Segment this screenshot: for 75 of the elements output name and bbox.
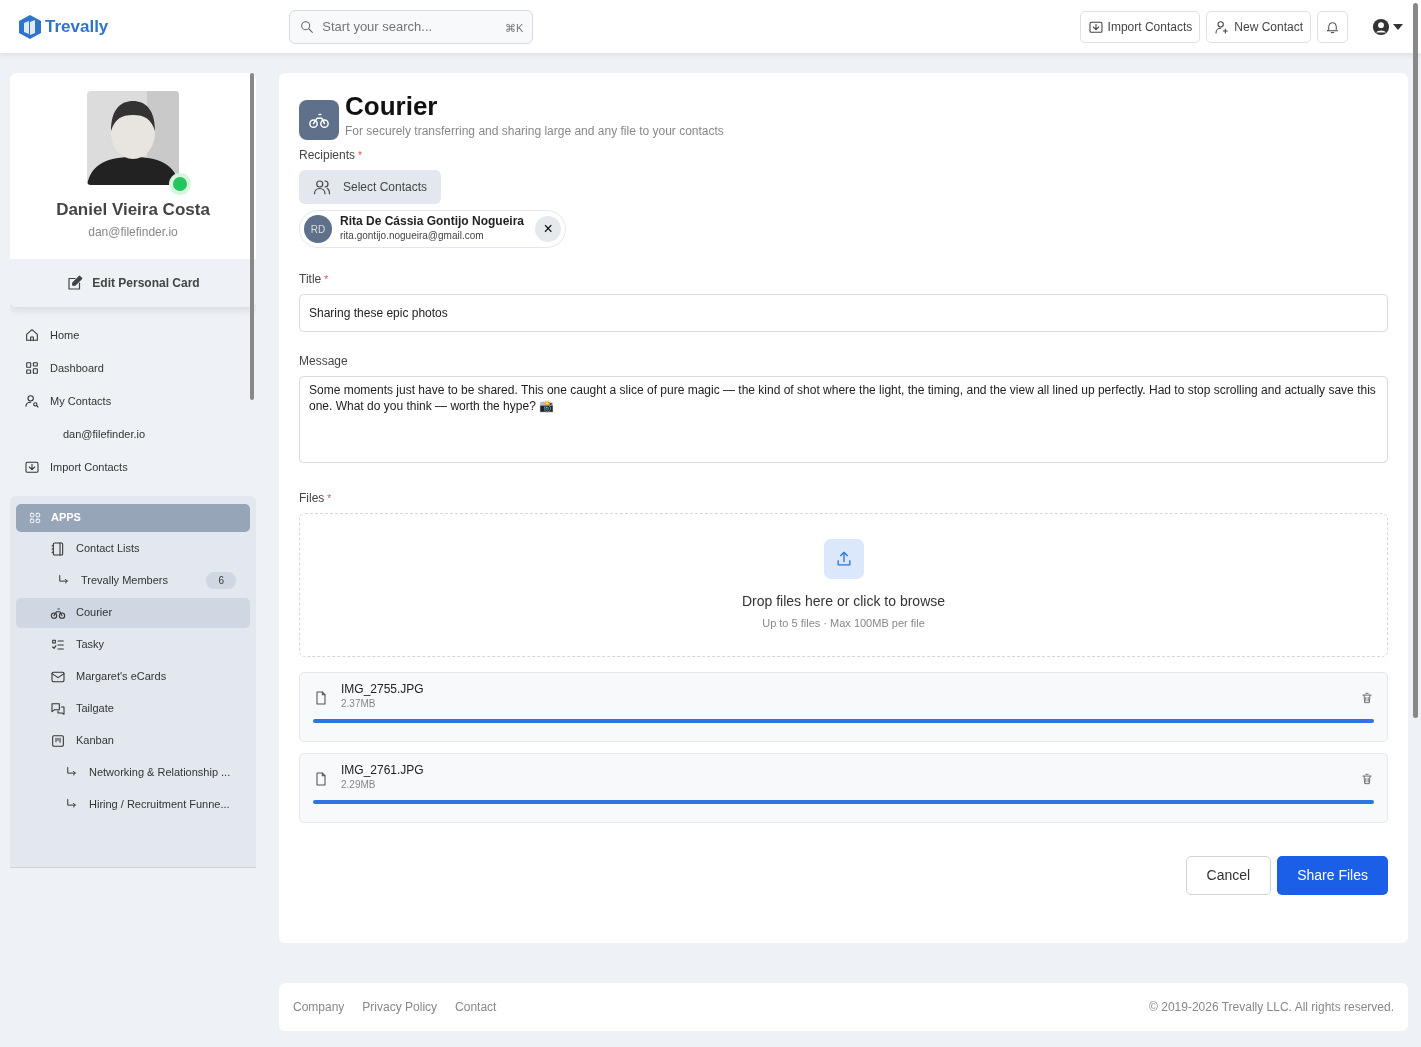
shortcut-hint: ⌘K xyxy=(505,20,524,36)
message-input[interactable]: Some moments just have to be shared. This one caught a slice of pure magic — the kind of shot where the light, the timing, and the view all lined up perfectly. Had to stop scrolling and actually save this one. What do you think — worth the hype? 📸 xyxy=(299,376,1388,464)
app-sub-item[interactable]: Networking & Relationship ... xyxy=(16,757,250,788)
cancel-button[interactable]: Cancel xyxy=(1185,856,1272,896)
trash-icon xyxy=(1360,772,1374,787)
file-name: IMG_2755.JPG xyxy=(341,683,424,697)
sub-item-label: Networking & Relationship ... xyxy=(89,765,231,781)
user-search-icon xyxy=(24,393,40,409)
page-title: Courier xyxy=(345,93,439,119)
user-icon xyxy=(1372,17,1390,36)
drop-hint: Up to 5 files · Max 100MB per file xyxy=(762,615,925,631)
kanban-icon xyxy=(50,732,66,749)
edit-icon xyxy=(66,273,85,292)
apps-title: APPS xyxy=(51,510,81,526)
caret-icon xyxy=(1393,23,1403,30)
nav-item[interactable]: My Contacts xyxy=(10,384,256,418)
grid-icon xyxy=(24,360,40,376)
page-subtitle: For securely transferring and sharing large and any file to your contacts xyxy=(345,123,724,140)
nav-sub-item[interactable]: dan@filefinder.io xyxy=(10,417,256,451)
footer-link[interactable]: Company xyxy=(293,998,345,1016)
field-label: Title * xyxy=(299,271,330,289)
app-item[interactable]: Contact Lists xyxy=(16,533,250,564)
toolbar-button[interactable]: New Contact xyxy=(1206,10,1311,43)
add-user-icon xyxy=(1214,18,1231,35)
remove-button[interactable]: × xyxy=(535,216,562,243)
scrollbar[interactable] xyxy=(250,73,254,400)
home-icon xyxy=(24,327,40,343)
file-name: IMG_2761.JPG xyxy=(341,764,424,778)
select-contacts-button[interactable]: Select Contacts xyxy=(299,170,442,204)
toolbar-button[interactable]: Import Contacts xyxy=(1079,10,1201,43)
file-icon xyxy=(313,771,329,788)
drop-title: Drop files here or click to browse xyxy=(741,591,946,611)
share-button[interactable]: Share Files xyxy=(1277,856,1388,896)
field-label: Files * xyxy=(299,490,333,508)
app-item[interactable]: Margaret's eCards xyxy=(16,661,250,692)
account-menu-button[interactable] xyxy=(1372,17,1403,36)
app-item[interactable]: Kanban xyxy=(16,725,250,756)
app-item[interactable]: Courier xyxy=(16,597,250,628)
field-label: Recipients * xyxy=(299,147,363,164)
app-item[interactable]: Tailgate xyxy=(16,693,250,724)
app-sub-item[interactable]: Hiring / Recruitment Funne... xyxy=(16,789,250,820)
copyright: © 2019-2026 Trevally LLC. All rights reserved. xyxy=(1149,999,1394,1016)
edit-card-button[interactable]: Edit Personal Card xyxy=(10,258,256,307)
nav-item[interactable]: Dashboard xyxy=(10,351,256,385)
brand-name[interactable]: Trevally xyxy=(45,13,109,40)
sub-item-label: Trevally Members xyxy=(81,573,168,589)
app-sub-item[interactable]: Trevally Members 6 xyxy=(16,565,250,596)
file-size: 2.29MB xyxy=(341,778,377,793)
nav-item[interactable]: Home xyxy=(10,318,256,352)
import-icon xyxy=(24,459,40,475)
chat-icon xyxy=(50,700,66,717)
trash-icon xyxy=(1360,691,1374,706)
users-icon xyxy=(313,178,331,196)
field-label: Message xyxy=(299,353,349,371)
profile-email: dan@filefinder.io xyxy=(88,223,178,241)
sub-item-label: Hiring / Recruitment Funne... xyxy=(89,797,230,813)
title-input[interactable]: Sharing these epic photos xyxy=(299,294,1388,333)
scrollbar[interactable] xyxy=(1413,3,1418,718)
logo-icon xyxy=(18,13,42,40)
book-icon xyxy=(50,540,66,557)
file-drop-zone[interactable]: Drop files here or click to browse Up to 5 files · Max 100MB per file xyxy=(299,513,1388,658)
footer-link[interactable]: Privacy Policy xyxy=(362,998,438,1016)
avatar-initials: RD xyxy=(304,215,332,244)
footer-link[interactable]: Contact xyxy=(455,998,497,1016)
nav-item[interactable]: Import Contacts xyxy=(10,450,256,484)
app-item[interactable]: Tasky xyxy=(16,629,250,660)
notifications-button[interactable] xyxy=(1317,10,1348,43)
search-icon xyxy=(299,18,316,35)
apps-icon xyxy=(28,510,42,525)
recipient-name: Rita De Cássia Gontijo Nogueira xyxy=(340,215,525,229)
file-icon xyxy=(313,690,329,707)
count-badge: 6 xyxy=(206,572,236,589)
file-size: 2.37MB xyxy=(341,697,377,712)
profile-name: Daniel Vieira Costa xyxy=(56,199,210,221)
recipient-email: rita.gontijo.nogueira@gmail.com xyxy=(340,229,485,244)
